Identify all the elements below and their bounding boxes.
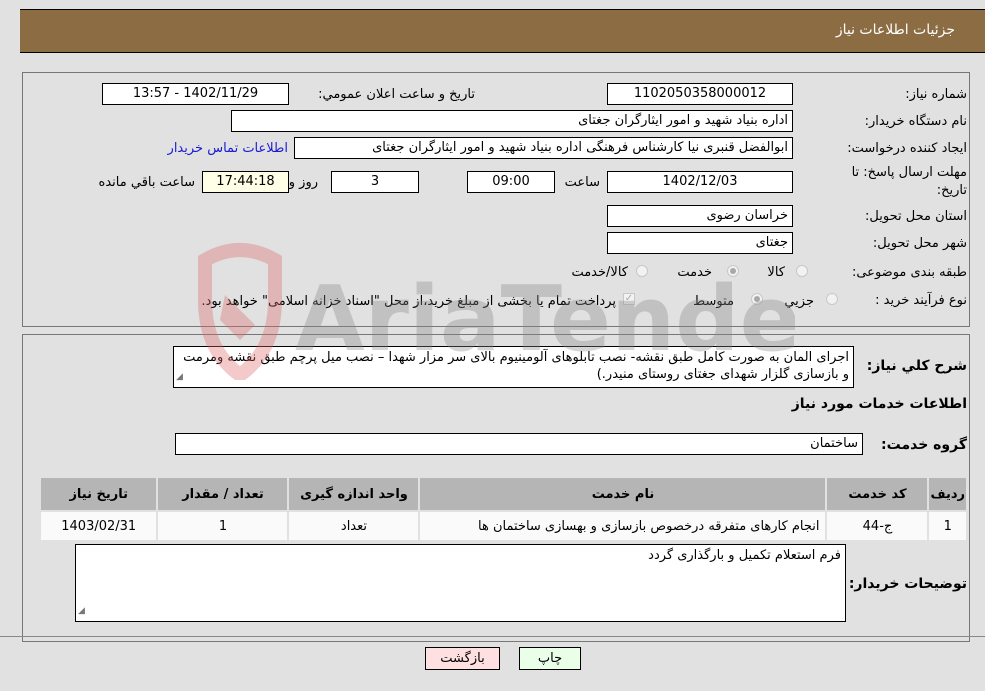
deadline-time-label: ساعت <box>564 175 600 190</box>
province-label: استان محل تحویل: <box>865 209 967 224</box>
cell-quantity: 1 <box>156 510 290 542</box>
purchase-radio-minor[interactable] <box>826 293 838 305</box>
category-option-goods: کالا <box>767 265 785 280</box>
resize-handle-icon[interactable]: ◢ <box>176 369 183 386</box>
city-field[interactable]: جغتای <box>607 232 793 254</box>
table-row: 1 ج-44 انجام کارهای متفرقه درخصوص بازساز… <box>38 510 968 542</box>
announce-label: تاریخ و ساعت اعلان عمومي: <box>318 87 475 102</box>
category-radio-service[interactable] <box>727 265 739 277</box>
cell-service-code: ج-44 <box>825 510 930 542</box>
remaining-label: ساعت باقي مانده <box>98 175 195 190</box>
back-button[interactable]: بازگشت <box>425 647 500 670</box>
page-header: جزئیات اطلاعات نیاز <box>20 9 985 53</box>
purchase-option-medium: متوسط <box>693 294 734 309</box>
buyer-notes-text: فرم استعلام تکمیل و بارگذاری گردد <box>648 548 841 563</box>
cell-unit: تعداد <box>287 510 421 542</box>
creator-field[interactable]: ابوالفضل قنبری نیا کارشناس فرهنگی اداره … <box>294 137 793 159</box>
buyer-notes-label: توضیحات خریدار: <box>848 576 967 592</box>
cell-need-date: 1403/02/31 <box>38 510 159 542</box>
treasury-note: پرداخت تمام یا بخشی از مبلغ خرید،از محل … <box>201 294 616 309</box>
announce-field[interactable]: 1402/11/29 - 13:57 <box>102 83 289 105</box>
buyer-org-field[interactable]: اداره بنیاد شهید و امور ایثارگران جغتای <box>231 110 793 132</box>
category-label: طبقه بندی موضوعی: <box>851 265 967 280</box>
need-number-label: شماره نیاز: <box>905 87 967 102</box>
service-group-label: گروه خدمت: <box>881 437 967 453</box>
province-field[interactable]: خراسان رضوی <box>607 205 793 227</box>
purchase-type-label: نوع فرآیند خرید : <box>875 293 967 308</box>
need-number-field[interactable]: 1102050358000012 <box>607 83 793 105</box>
buyer-contact-link[interactable]: اطلاعات تماس خریدار <box>168 141 288 156</box>
category-option-service: خدمت <box>677 265 712 280</box>
deadline-label-line2: تاریخ: <box>936 183 967 198</box>
col-service-name: نام خدمت <box>418 476 828 512</box>
purchase-option-minor: جزيي <box>784 294 814 309</box>
table-header-row: ردیف کد خدمت نام خدمت واحد اندازه گیری ت… <box>38 476 968 512</box>
col-row-number: ردیف <box>927 476 968 512</box>
description-textarea[interactable]: اجرای المان به صورت کامل طبق نقشه- نصب ت… <box>173 346 854 388</box>
deadline-label-line1: مهلت ارسال پاسخ: تا <box>851 165 967 180</box>
category-radio-goods[interactable] <box>796 265 808 277</box>
deadline-date-field[interactable]: 1402/12/03 <box>607 171 793 193</box>
services-table: ردیف کد خدمت نام خدمت واحد اندازه گیری ت… <box>38 476 968 542</box>
deadline-time-field[interactable]: 09:00 <box>467 171 555 193</box>
creator-label: ایجاد کننده درخواست: <box>847 141 967 156</box>
col-quantity: تعداد / مقدار <box>156 476 290 512</box>
city-label: شهر محل تحویل: <box>872 236 967 251</box>
category-radio-goods-service[interactable] <box>636 265 648 277</box>
service-group-field[interactable]: ساختمان <box>175 433 863 455</box>
description-label: شرح کلي نیاز: <box>866 358 967 374</box>
purchase-radio-medium[interactable] <box>751 293 763 305</box>
print-button[interactable]: چاپ <box>519 647 581 670</box>
category-option-goods-service: کالا/خدمت <box>571 265 628 280</box>
cell-service-name: انجام کارهای متفرقه درخصوص بازسازی و بهس… <box>418 510 828 542</box>
resize-handle-icon[interactable]: ◢ <box>78 603 85 620</box>
page-title: جزئیات اطلاعات نیاز <box>835 22 955 38</box>
col-service-code: کد خدمت <box>825 476 930 512</box>
col-need-date: تاریخ نیاز <box>38 476 159 512</box>
services-section-title: اطلاعات خدمات مورد نیاز <box>791 396 967 412</box>
treasury-checkbox[interactable]: ✓ <box>623 293 635 305</box>
col-unit: واحد اندازه گیری <box>287 476 421 512</box>
buyer-notes-textarea[interactable]: فرم استعلام تکمیل و بارگذاری گردد ◢ <box>75 544 846 622</box>
days-remaining-field[interactable]: 3 <box>331 171 419 193</box>
description-text: اجرای المان به صورت کامل طبق نقشه- نصب ت… <box>183 350 849 382</box>
days-label: روز و <box>288 175 318 190</box>
cell-row-number: 1 <box>927 510 968 542</box>
buyer-org-label: نام دستگاه خریدار: <box>864 114 967 129</box>
remaining-time-field[interactable]: 17:44:18 <box>202 171 289 193</box>
divider <box>0 636 985 637</box>
